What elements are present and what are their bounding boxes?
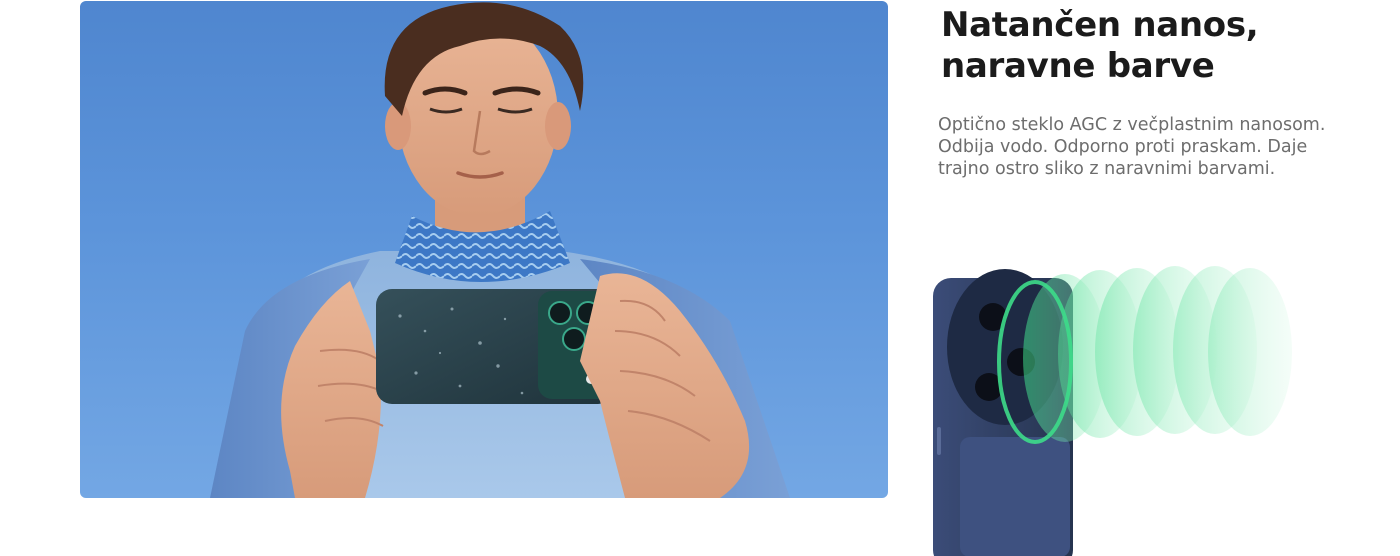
description-line-2: Odbija vodo. Odporno proti praskam. Daje (938, 137, 1308, 157)
section-description: Optično steklo AGC z večplastnim nanosom… (938, 114, 1388, 180)
hero-photo (80, 1, 888, 498)
hero-illustration (210, 2, 790, 498)
description-line-3: trajno ostro sliko z naravnimi barvami. (938, 159, 1276, 179)
headline-line-1: Natančen nanos, (941, 5, 1259, 45)
headline-line-2: naravne barve (941, 46, 1215, 86)
lens-protector-graphic (933, 266, 1292, 556)
glass-layers (997, 266, 1292, 444)
section-headline: Natančen nanos, naravne barve (941, 5, 1381, 87)
product-illustration (925, 262, 1325, 556)
description-line-1: Optično steklo AGC z večplastnim nanosom… (938, 115, 1326, 135)
right-ear (545, 102, 571, 150)
